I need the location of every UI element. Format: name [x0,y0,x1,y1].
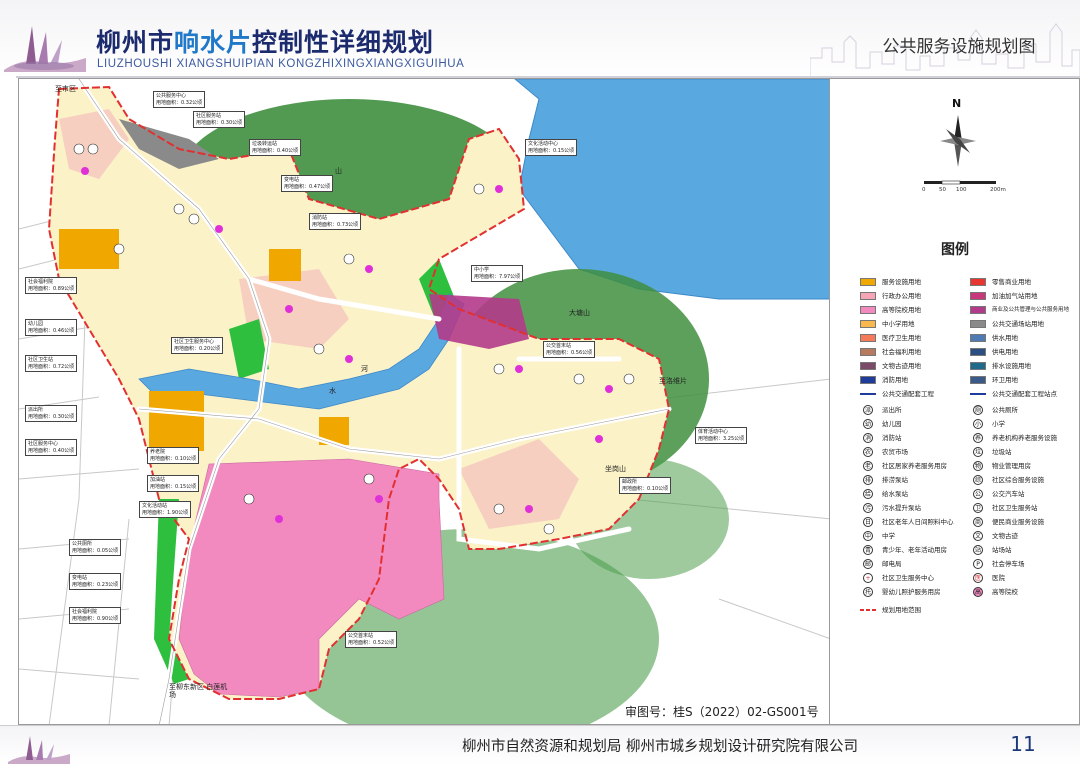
map-callout-9: 公交首末站 用地面积：0.56公顷 [543,341,596,358]
map-callout-8: 社区卫生服务中心 用地面积：0.20公顷 [171,337,224,354]
legend-panel: N 0 50 100 200m 图例 服务设施用地 零售商业用地 行政办公用地 … [830,78,1080,725]
map-label-mountain-1: 山 [335,167,342,175]
page-title: 柳州市响水片控制性详细规划 [96,28,434,58]
map-callout-4: 变电站 用地面积：0.47公顷 [281,175,334,192]
footer-logo-icon [8,736,70,764]
lake-water [514,79,829,300]
map-callout-13: 加油站 用地面积：0.15公顷 [147,475,200,492]
title-suffix: 控制性详细规划 [252,28,435,57]
map-label-mountain-3: 坐岗山 [605,465,626,473]
map-callout-18: 派出所 用地面积：0.30公顷 [25,405,78,422]
map-callout-15: 社会福利院 用地面积：0.89公顷 [25,277,78,294]
title-highlight: 响水片 [174,28,253,57]
footer-organizations: 柳州市自然资源和规划局 柳州市城乡规划设计研究院有限公司 [461,739,859,755]
service-block-3 [269,249,301,281]
title-prefix: 柳州市 [96,28,175,57]
map-callout-11: 邮政所 用地面积：0.10公顷 [619,477,672,494]
map-callout-5: 消防站 用地面积：0.73公顷 [309,213,362,230]
page-number: 11 [1010,732,1036,756]
title-english: LIUZHOUSHI XIANGSHUIPIAN KONGZHIXINGXIAN… [97,58,465,70]
map-callout-14: 文化活动站 用地面积：1.90公顷 [139,501,192,518]
map-callout-22: 社会福利院 用地面积：0.90公顷 [69,607,122,624]
review-number: 审图号：桂S（2022）02-GS001号 [625,705,819,719]
map-callout-12: 养老院 用地面积：0.10公顷 [147,447,200,464]
service-block-2 [149,391,204,451]
map-label-south: 至柳东新区 白莲机场 [169,683,228,699]
north-label: N [952,97,962,110]
city-logo-icon [4,26,86,72]
map-callout-2: 社区服务站 用地面积：0.30公顷 [193,111,246,128]
map-callout-1: 公共服务中心 用地面积：0.32公顷 [153,91,206,108]
map-callout-20: 公共厕所 用地面积：0.05公顷 [69,539,122,556]
compass-rose-icon [940,115,976,167]
map-label-river-2: 水 [329,387,336,395]
map-callout-21: 变电站 用地面积：0.23公顷 [69,573,122,590]
header: 柳州市响水片控制性详细规划 LIUZHOUSHI XIANGSHUIPIAN K… [0,0,1080,78]
page: 柳州市响水片控制性详细规划 LIUZHOUSHI XIANGSHUIPIAN K… [0,0,1080,764]
service-block-1 [59,229,119,269]
sheet-title: 公共服务设施规划图 [882,37,1036,57]
map-canvas [19,79,829,724]
map-callout-23: 公交首末站 用地面积：0.52公顷 [345,631,398,648]
map-callout-3: 垃圾转运站 用地面积：0.40公顷 [249,139,302,156]
scale-labels: 0 50 100 200m [922,187,1006,193]
legend-title: 图例 [941,242,969,258]
land-use-map: 至市区 山 大塘山 坐岗山 河 水 至洛维片 至柳东新区 白莲机场 公共服务中心… [18,78,830,725]
map-label-east: 至洛维片 [659,377,687,385]
map-callout-6: 文化活动中心 用地面积：0.15公顷 [525,139,578,156]
map-label-river-1: 河 [361,365,368,373]
map-callout-17: 社区卫生站 用地面积：0.72公顷 [25,355,78,372]
map-label-mountain-2: 大塘山 [569,309,590,317]
map-callout-16: 幼儿园 用地面积：0.46公顷 [25,319,78,336]
footer: 柳州市自然资源和规划局 柳州市城乡规划设计研究院有限公司 11 [0,725,1080,764]
map-label-top-left: 至市区 [55,85,76,93]
map-callout-7: 中小学 用地面积：7.97公顷 [471,265,524,282]
map-callout-19: 社区服务中心 用地面积：0.40公顷 [25,439,78,456]
map-callout-10: 体育活动中心 用地面积：3.25公顷 [695,427,748,444]
